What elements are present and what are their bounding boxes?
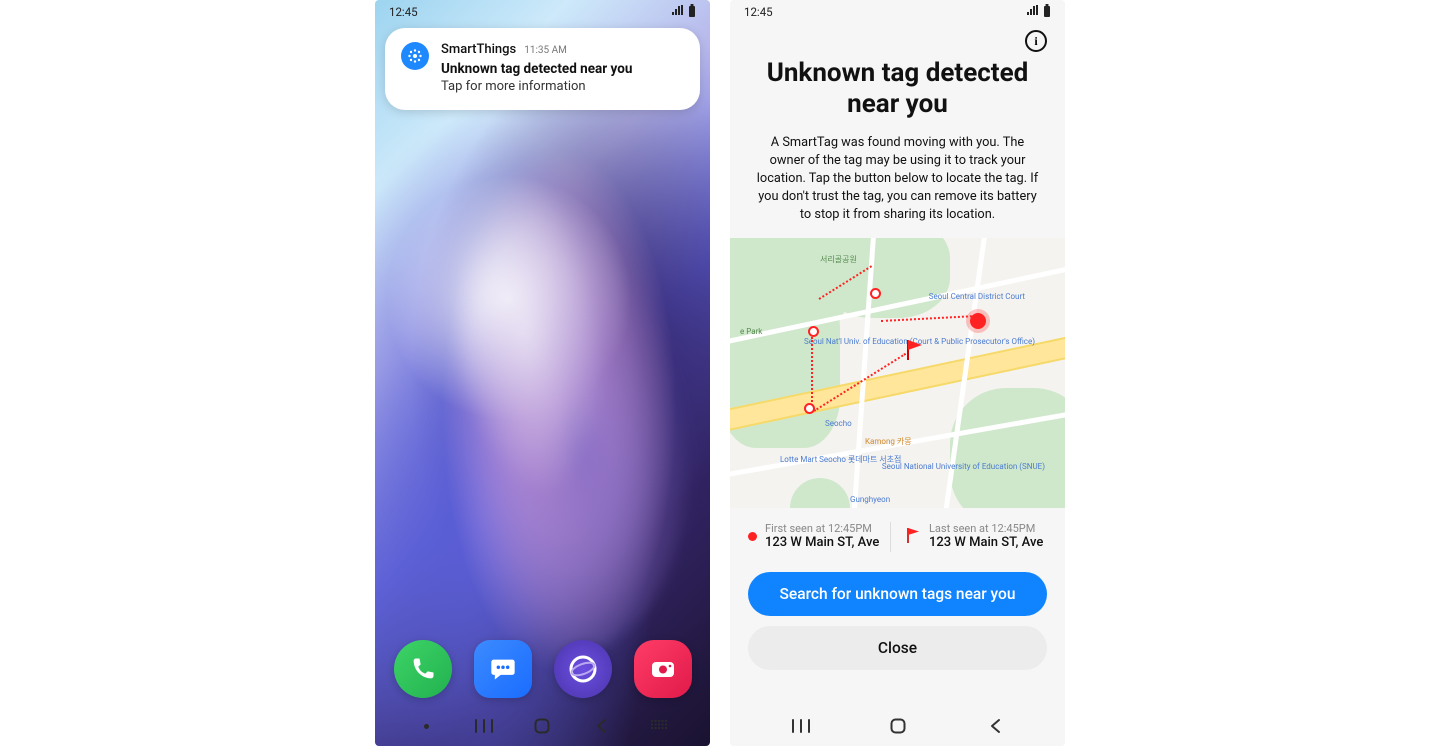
notification-card[interactable]: SmartThings 11:35 AM Unknown tag detecte… bbox=[385, 28, 700, 110]
camera-app-icon[interactable] bbox=[634, 640, 692, 698]
map-label-seocho: Seocho bbox=[825, 420, 852, 429]
nav-recents-button[interactable] bbox=[789, 714, 813, 738]
messages-app-icon[interactable] bbox=[474, 640, 532, 698]
map-label-court: Seoul Central District Court bbox=[929, 293, 1025, 302]
map-label-park: 서리골공원 bbox=[820, 256, 857, 265]
app-dock bbox=[375, 640, 710, 698]
map-label-park-west: e Park bbox=[740, 328, 762, 337]
browser-app-icon[interactable] bbox=[554, 640, 612, 698]
battery-icon bbox=[688, 4, 696, 20]
wallpaper bbox=[375, 0, 710, 746]
notification-title: Unknown tag detected near you bbox=[441, 61, 684, 77]
notification-app-name: SmartThings bbox=[441, 42, 516, 57]
status-bar: 12:45 bbox=[730, 0, 1065, 24]
last-seen-flag-icon bbox=[905, 526, 921, 548]
nav-back-button[interactable] bbox=[983, 714, 1007, 738]
info-icon[interactable]: i bbox=[1025, 30, 1047, 52]
status-time: 12:45 bbox=[744, 5, 773, 19]
last-seen-address: 123 W Main ST, Ave bbox=[929, 535, 1043, 552]
first-seen-label: First seen at 12:45PM bbox=[765, 522, 879, 535]
nav-home-button[interactable] bbox=[886, 714, 910, 738]
seen-info-row: First seen at 12:45PM 123 W Main ST, Ave… bbox=[730, 508, 1065, 564]
nav-home-button[interactable] bbox=[530, 714, 554, 738]
close-button[interactable]: Close bbox=[748, 626, 1047, 670]
first-seen-address: 123 W Main ST, Ave bbox=[765, 535, 879, 552]
phone-app-icon[interactable] bbox=[394, 640, 452, 698]
status-time: 12:45 bbox=[389, 5, 418, 19]
current-location-marker bbox=[970, 313, 986, 329]
nav-indicator-dot bbox=[414, 714, 438, 738]
signal-icon bbox=[1026, 5, 1039, 19]
search-button[interactable]: Search for unknown tags near you bbox=[748, 572, 1047, 616]
page-title: Unknown tag detected near you bbox=[730, 52, 1065, 134]
signal-icon bbox=[671, 5, 684, 19]
notification-message: Tap for more information bbox=[441, 79, 684, 94]
battery-icon bbox=[1043, 4, 1051, 20]
map-label-kamong: Kamong 카몽 bbox=[865, 438, 912, 447]
track-waypoint bbox=[804, 403, 815, 414]
track-segment bbox=[811, 337, 813, 413]
notification-time: 11:35 AM bbox=[524, 45, 567, 56]
last-seen-label: Last seen at 12:45PM bbox=[929, 522, 1043, 535]
page-description: A SmartTag was found moving with you. Th… bbox=[730, 134, 1065, 238]
nav-recents-button[interactable] bbox=[472, 714, 496, 738]
map-view[interactable]: 서리골공원 Seoul Central District Court Seoul… bbox=[730, 238, 1065, 508]
status-bar: 12:45 bbox=[375, 0, 710, 24]
track-waypoint bbox=[808, 326, 819, 337]
first-seen-dot-icon bbox=[748, 532, 757, 541]
track-waypoint bbox=[870, 288, 881, 299]
navigation-bar bbox=[375, 706, 710, 746]
phone-home-screen: 12:45 SmartThings 11:35 AM Unknown tag d… bbox=[375, 0, 710, 746]
navigation-bar bbox=[730, 706, 1065, 746]
nav-back-button[interactable] bbox=[589, 714, 613, 738]
flag-icon bbox=[905, 338, 925, 366]
map-label-gunghyeon: Gunghyeon bbox=[850, 496, 890, 505]
nav-keyboard-icon[interactable] bbox=[647, 714, 671, 738]
phone-detail-screen: 12:45 i Unknown tag detected near you A … bbox=[730, 0, 1065, 746]
smartthings-icon bbox=[401, 42, 429, 70]
map-label-snue: Seoul National University of Education (… bbox=[882, 463, 1045, 472]
